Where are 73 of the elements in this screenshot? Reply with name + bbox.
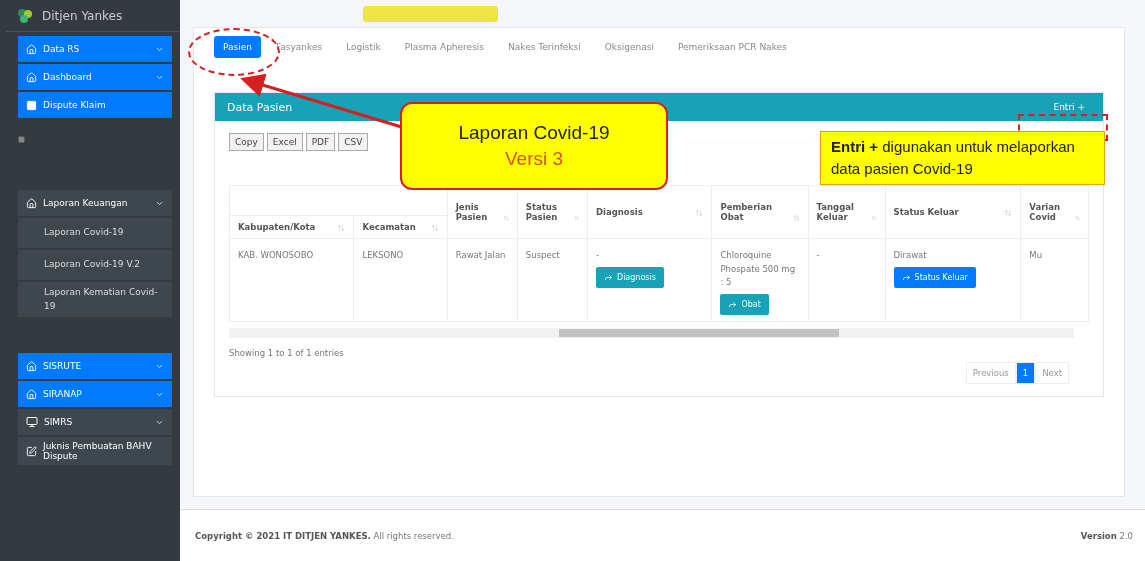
logo-icon [16,6,34,25]
menu-item[interactable]: Laporan Keuangan [18,190,172,216]
submenu-item[interactable]: Laporan Covid-19 [18,218,172,248]
sort-icon [870,214,877,222]
table-cell-text: Suspect [525,249,560,262]
table-cell-text: Dirawat [893,249,927,262]
home-icon [26,197,37,209]
forward-icon [604,272,613,282]
submenu-item[interactable]: Laporan Kematian Covid-19 [18,282,172,317]
menu-label: Laporan Keuangan [43,198,129,208]
forward-icon [728,299,738,309]
tab[interactable]: Logistik [337,36,390,58]
table-cell-text: - [596,249,600,262]
column-header[interactable]: Kabupaten/Kota [229,215,354,239]
menu-item[interactable]: SIRANAP [18,381,172,407]
action-button[interactable]: Status Keluar [893,266,976,288]
brand-title: Ditjen Yankes [42,8,123,23]
edit-icon [26,445,37,457]
home-icon [26,388,37,400]
monitor-icon [26,416,38,428]
table-cell-text: - [816,249,820,262]
tab[interactable]: Fasyankes [266,36,332,58]
sort-icon [792,214,800,222]
menu-item[interactable]: SISRUTE [18,353,172,379]
menu-label: Data RS [43,44,81,54]
menu-item[interactable]: Data RS [18,36,172,62]
sort-icon [695,209,704,217]
home-icon [26,71,37,83]
tab[interactable]: Pemeriksaan PCR Nakes [668,36,796,58]
sort-icon [337,224,346,232]
menu-item[interactable]: Juknis Pembuatan BAHV Dispute [18,437,172,465]
table-cell-text: Chloroquine Phospate 500 mg : 5 [720,249,797,290]
export-button[interactable]: Excel [266,133,303,151]
sort-icon [430,224,439,232]
menu-label: SIMRS [44,417,74,427]
tab[interactable]: Pasien [214,36,261,58]
sort-icon [573,214,579,222]
table-cell-text: Mu [1029,249,1043,262]
menu-item[interactable]: Dispute Klaim [18,92,172,118]
export-button[interactable]: PDF [305,133,336,151]
square-icon [26,99,37,111]
table-cell-text: LEKSONO [362,249,404,262]
sort-icon [1004,209,1013,217]
callout-title: Laporan Covid-19 [458,122,610,144]
page-button[interactable]: 1 [1015,361,1036,384]
tab[interactable]: Nakes Terinfeksi [499,36,590,58]
menu-label: SISRUTE [43,361,83,371]
sort-icon [1074,214,1080,222]
menu-label: Dispute Klaim [43,100,107,110]
sort-icon [502,214,509,222]
tab[interactable]: Oksigenasi [595,36,663,58]
entries-info: Showing 1 to 1 of 1 entries [229,347,344,358]
note: Entri + digunakan untuk melaporkan data pasien Covid-19 [820,131,1105,185]
table-cell-text: KAB. WONOSOBO [238,249,314,262]
table-cell-text: Rawat Jalan [455,249,506,262]
submenu-item[interactable]: Laporan Covid-19 V.2 [18,250,172,280]
home-icon [26,360,37,372]
forward-icon [901,272,911,282]
scrollbar[interactable] [229,327,1074,338]
menu-item[interactable]: SIMRS [18,409,172,435]
menu-label: SIRANAP [43,389,83,399]
callout-subtitle: Versi 3 [504,148,564,170]
export-button[interactable]: Copy [229,133,264,151]
home-icon [26,43,37,55]
menu-item[interactable]: Dashboard [18,64,172,90]
copyright-text: Copyright © 2021 IT DITJEN YANKES. All rights reserved. [195,530,454,541]
version-text: Version 2.0 [1080,530,1133,541]
tab[interactable]: Plasma Apheresis [395,36,493,58]
menu-label: Juknis Pembuatan BAHV Dispute [43,441,153,461]
column-header[interactable]: Pemberian Obat [711,185,809,239]
menu-label: Dashboard [43,72,93,82]
export-button[interactable]: CSV [338,133,369,151]
card-title: Data Pasien [227,100,293,114]
